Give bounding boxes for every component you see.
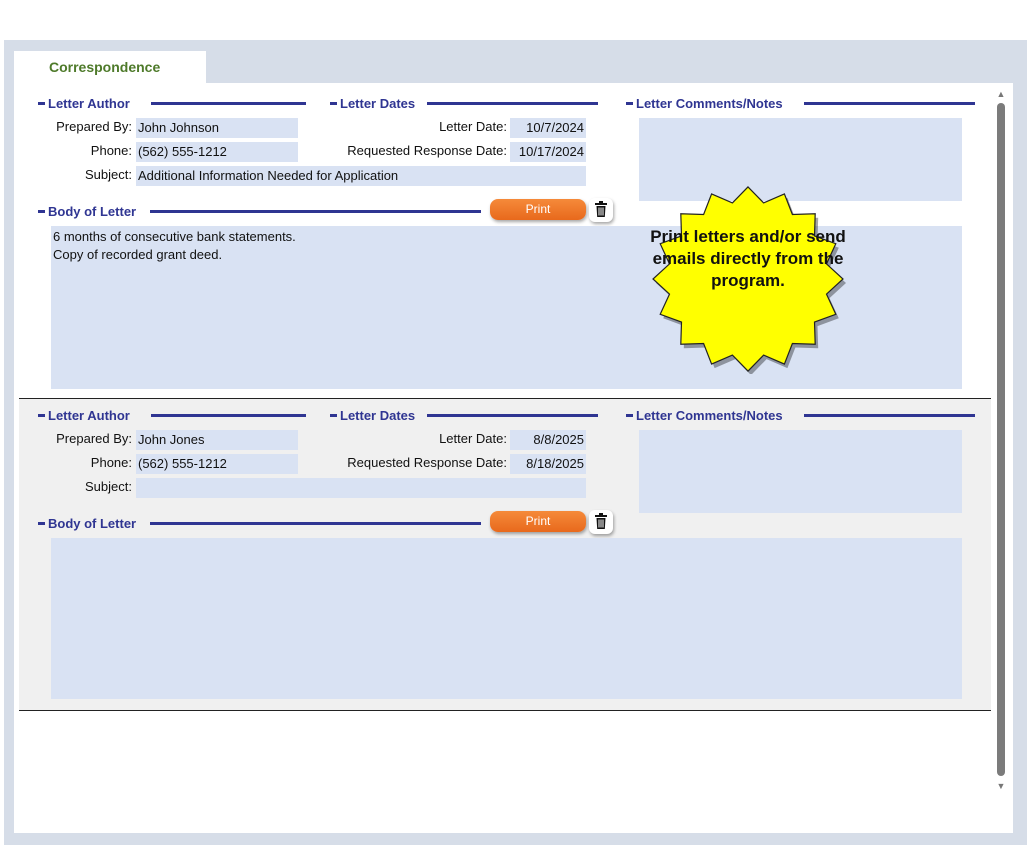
prepared-by-label: Prepared By: — [56, 119, 132, 134]
letter-date-label: Letter Date: — [439, 119, 507, 134]
section-letter-author: Letter Author — [38, 408, 306, 424]
letter-body-text: 6 months of consecutive bank statements.… — [53, 229, 296, 262]
trash-icon — [595, 201, 607, 217]
up-arrow-icon[interactable]: ▲ — [996, 89, 1006, 99]
section-letter-author: Letter Author — [38, 96, 306, 112]
subject-label: Subject: — [85, 167, 132, 182]
section-title: Body of Letter — [48, 516, 137, 532]
section-title: Letter Author — [48, 408, 130, 424]
letter-date-field[interactable]: 8/8/2025 — [510, 430, 586, 450]
down-arrow-icon[interactable]: ▼ — [996, 781, 1006, 791]
subject-field[interactable] — [136, 478, 586, 498]
correspondence-list: Letter Author Letter Dates Letter Commen… — [14, 83, 1013, 833]
vertical-scrollbar[interactable]: ▲ ▼ — [993, 83, 1009, 795]
correspondence-record: Letter Author Letter Dates Letter Commen… — [19, 399, 991, 711]
section-title: Letter Comments/Notes — [636, 96, 783, 112]
section-letter-comments: Letter Comments/Notes — [626, 96, 975, 112]
letter-date-label: Letter Date: — [439, 431, 507, 446]
tab-label: Correspondence — [49, 59, 161, 75]
section-title: Letter Dates — [340, 96, 416, 112]
letter-body-field[interactable] — [51, 538, 962, 699]
prepared-by-label: Prepared By: — [56, 431, 132, 446]
prepared-by-field[interactable]: John Jones — [136, 430, 298, 450]
section-title: Body of Letter — [48, 204, 137, 220]
phone-field[interactable]: (562) 555-1212 — [136, 454, 298, 474]
letter-date-field[interactable]: 10/7/2024 — [510, 118, 586, 138]
delete-button[interactable] — [589, 198, 613, 222]
requested-response-date-label: Requested Response Date: — [347, 455, 507, 470]
section-letter-comments: Letter Comments/Notes — [626, 408, 975, 424]
print-button[interactable]: Print — [490, 511, 586, 532]
callout-starburst: Print letters and/or send emails directl… — [648, 184, 848, 376]
section-title: Letter Comments/Notes — [636, 408, 783, 424]
requested-response-date-field[interactable]: 8/18/2025 — [510, 454, 586, 474]
section-body-of-letter: Body of Letter — [38, 204, 481, 220]
prepared-by-field[interactable]: John Johnson — [136, 118, 298, 138]
section-title: Letter Dates — [340, 408, 416, 424]
phone-label: Phone: — [90, 455, 132, 470]
print-button[interactable]: Print — [490, 199, 586, 220]
section-body-of-letter: Body of Letter — [38, 516, 481, 532]
requested-response-date-label: Requested Response Date: — [347, 143, 507, 158]
phone-label: Phone: — [90, 143, 132, 158]
requested-response-date-field[interactable]: 10/17/2024 — [510, 142, 586, 162]
subject-field[interactable]: Additional Information Needed for Applic… — [136, 166, 586, 186]
phone-field[interactable]: (562) 555-1212 — [136, 142, 298, 162]
subject-label: Subject: — [85, 479, 132, 494]
comments-field[interactable] — [639, 430, 962, 513]
scrollbar-thumb[interactable] — [997, 103, 1005, 776]
section-letter-dates: Letter Dates — [330, 408, 598, 424]
delete-button[interactable] — [589, 510, 613, 534]
trash-icon — [595, 513, 607, 529]
section-title: Letter Author — [48, 96, 130, 112]
callout-text: Print letters and/or send emails directl… — [650, 227, 846, 290]
tab-correspondence[interactable]: Correspondence — [14, 51, 206, 83]
form-frame: Correspondence Letter Author Letter Date… — [4, 40, 1027, 845]
section-letter-dates: Letter Dates — [330, 96, 598, 112]
